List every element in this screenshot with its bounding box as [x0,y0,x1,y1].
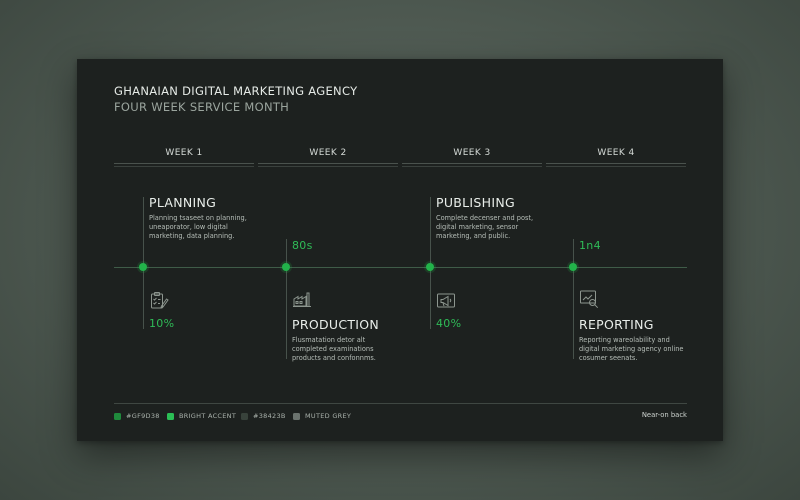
legend-label: #GF9D38 [126,412,160,420]
phase-stem [286,239,287,359]
milestone-dot [569,263,577,271]
week-divider [114,163,254,164]
legend-swatch [293,412,300,420]
legend-label: BRIGHT ACCENT [179,412,237,420]
timeline-card: GHANAIAN DIGITAL MARKETING AGENCY FOUR W… [77,59,723,441]
legend-swatch [167,412,174,420]
week-header-1: WEEK 1 [114,143,254,167]
week-divider [402,163,542,164]
milestone-dot [282,263,290,271]
phase-title-reporting: REPORTING [579,317,654,332]
week-label: WEEK 4 [597,148,635,158]
week-divider [114,166,254,167]
footer-note: Near-on back [641,411,687,419]
week-divider [546,166,686,167]
week-divider [546,163,686,164]
legend-label: MUTED GREY [305,412,352,420]
week-divider [402,166,542,167]
week-label: WEEK 2 [309,148,347,158]
legend-swatch [114,412,121,420]
phase-title-planning: PLANNING [149,195,217,210]
footer-divider [114,403,687,404]
chart-magnifier-icon [579,289,599,309]
checklist-pencil-icon [149,291,169,311]
legend-item: #38423B [241,410,286,422]
legend-label: #38423B [253,412,286,420]
week-header-3: WEEK 3 [402,143,542,167]
week-divider [258,166,398,167]
phase-stem [573,239,574,359]
phase-description-production: Flusmatation detor alt completed examina… [292,336,376,362]
phase-title-production: PRODUCTION [292,317,380,332]
megaphone-icon [436,291,456,311]
phase-description-reporting: Reporting wareolability and digital mark… [579,336,684,362]
factory-icon [292,289,312,309]
phase-description-publishing: Complete decenser and post, digital mark… [436,214,534,240]
week-label: WEEK 3 [453,148,491,158]
milestone-dot [139,263,147,271]
legend-item: BRIGHT ACCENT [167,410,236,422]
phase-metric-reporting: 1n4 [579,239,601,252]
week-header-2: WEEK 2 [258,143,398,167]
phase-metric-planning: 10% [149,317,175,330]
phase-description-planning: Planning tsaseet on planning, uneaporato… [149,214,247,240]
legend-item: MUTED GREY [293,410,351,422]
phase-metric-publishing: 40% [436,317,462,330]
phase-metric-production: 80s [292,239,313,252]
week-divider [258,163,398,164]
timeline-axis [114,267,687,268]
page-title: GHANAIAN DIGITAL MARKETING AGENCY [114,84,358,98]
week-label: WEEK 1 [165,148,203,158]
week-header-4: WEEK 4 [546,143,686,167]
page-subtitle: FOUR WEEK SERVICE MONTH [114,100,290,114]
legend-item: #GF9D38 [114,410,160,422]
phase-title-publishing: PUBLISHING [436,195,515,210]
legend-swatch [241,412,248,420]
milestone-dot [426,263,434,271]
